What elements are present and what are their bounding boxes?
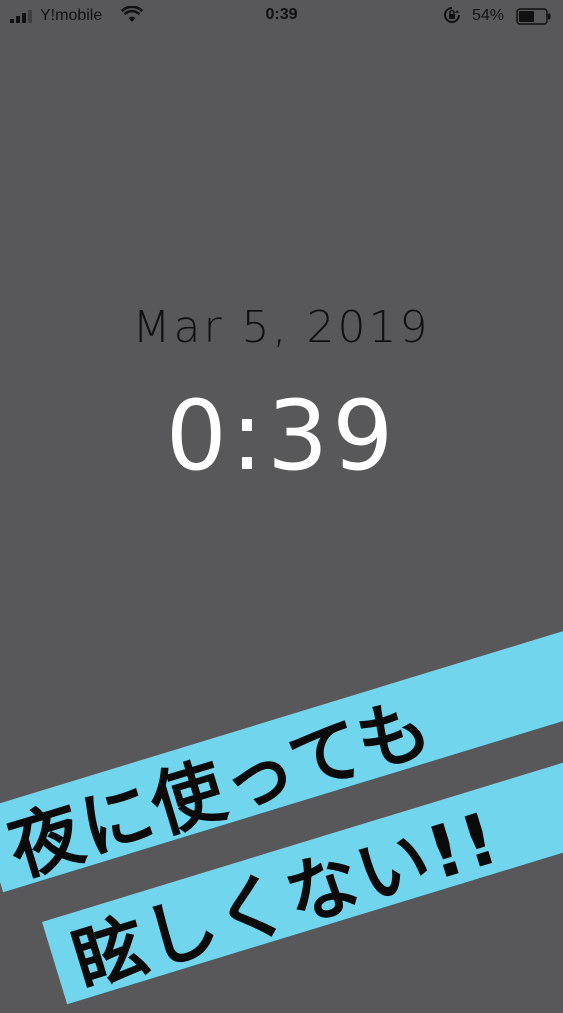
rotation-lock-icon [444, 7, 460, 23]
lock-screen-clock: 0:39 [165, 380, 398, 492]
battery-icon [516, 8, 551, 25]
battery-percentage: 54% [472, 7, 505, 24]
status-bar: Y!mobile 0:39 54% [0, 0, 563, 34]
lock-screen-date: Mar 5, 2019 [132, 302, 431, 353]
